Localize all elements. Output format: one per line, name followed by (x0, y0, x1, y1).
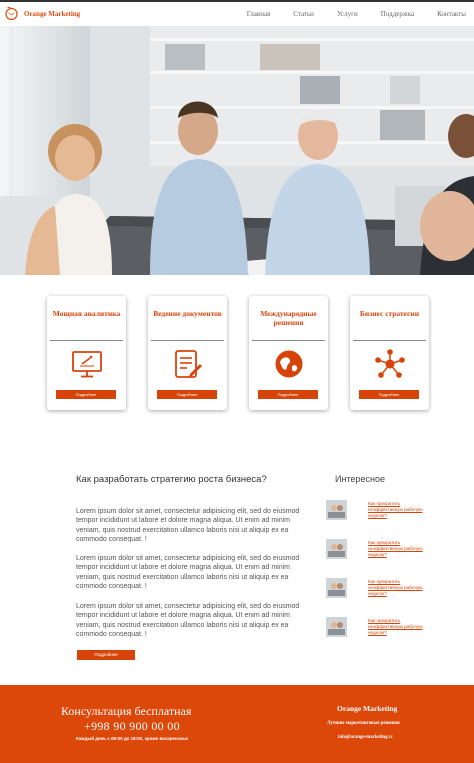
details-button[interactable]: Подробнее (258, 390, 318, 399)
divider (252, 340, 325, 341)
divider (50, 340, 123, 341)
divider (151, 340, 224, 341)
monitor-analytics-icon (72, 351, 102, 378)
details-button[interactable]: Подробнее (56, 390, 116, 399)
service-title: Международные решения (260, 309, 317, 327)
document-edit-icon (175, 350, 202, 378)
sidebar-item: Как прекратить неэффективную рабочую нед… (326, 539, 426, 561)
sidebar-item: Как прекратить неэффективную рабочую нед… (326, 617, 426, 639)
nav-home[interactable]: Главная (247, 10, 271, 18)
sidebar-item: Как прекратить неэффективную рабочую нед… (326, 578, 426, 600)
footer-brand: Orange Marketing (337, 704, 398, 713)
footer-email[interactable]: info@orange-marketing.cc (338, 735, 393, 740)
thumbnail-image (326, 500, 347, 520)
sidebar-link[interactable]: Как прекратить неэффективную рабочую нед… (368, 579, 426, 597)
article-paragraph: Lorem ipsum dolor sit amet, consectetur … (76, 508, 300, 543)
services-section: Мощная аналитика Подробнее Ведение докум… (47, 296, 429, 410)
consultation-heading: Консультация бесплатная (61, 704, 192, 718)
sidebar-link[interactable]: Как прекратить неэффективную рабочую нед… (368, 618, 426, 636)
article-paragraph: Lorem ipsum dolor sit amet, consectetur … (76, 603, 300, 638)
brand-name[interactable]: Orange Marketing (24, 10, 80, 18)
article-details-button[interactable]: Подробнее (77, 650, 135, 660)
thumbnail-image (326, 617, 347, 637)
site-header: Orange Marketing Главная Статьи Услуги П… (0, 2, 474, 26)
footer-tagline: Лучшие маркетинговые решения (327, 721, 400, 726)
service-title: Ведение документов (153, 309, 222, 318)
article-title: Как разработать стратегию роста бизнеса? (76, 474, 267, 485)
hero-image (0, 26, 474, 275)
service-card-international: Международные решения Подробнее (249, 296, 328, 410)
article-paragraph: Lorem ipsum dolor sit amet, consectetur … (76, 555, 300, 590)
service-title: Мощная аналитика (52, 309, 121, 318)
phone-number[interactable]: +998 90 900 00 00 (84, 719, 180, 734)
details-button[interactable]: Подробнее (359, 390, 419, 399)
working-hours: Каждый день с 09:00 до 18:00, кроме воск… (76, 736, 188, 741)
network-nodes-icon (375, 349, 405, 378)
thumbnail-image (326, 578, 347, 598)
nav-support[interactable]: Поддержка (381, 10, 414, 18)
service-title: Бизнес стратегии (359, 309, 420, 318)
details-button[interactable]: Подробнее (157, 390, 217, 399)
globe-icon (274, 349, 304, 379)
nav-articles[interactable]: Статьи (293, 10, 314, 18)
service-card-documents: Ведение документов Подробнее (148, 296, 227, 410)
hero-photo (0, 26, 474, 275)
site-footer: Консультация бесплатная +998 90 900 00 0… (0, 685, 474, 763)
orange-logo-icon[interactable] (4, 5, 19, 21)
nav-services[interactable]: Услуги (337, 10, 358, 18)
sidebar-item: Как прекратить неэффективную рабочую нед… (326, 500, 426, 522)
service-card-analytics: Мощная аналитика Подробнее (47, 296, 126, 410)
thumbnail-image (326, 539, 347, 559)
service-card-strategy: Бизнес стратегии Подробнее (350, 296, 429, 410)
sidebar-link[interactable]: Как прекратить неэффективную рабочую нед… (368, 540, 426, 558)
sidebar-link[interactable]: Как прекратить неэффективную рабочую нед… (368, 501, 426, 519)
divider (353, 340, 426, 341)
sidebar-title: Интересное (335, 474, 385, 484)
main-nav: Главная Статьи Услуги Поддержка Контакты (224, 10, 466, 18)
nav-contacts[interactable]: Контакты (437, 10, 466, 18)
